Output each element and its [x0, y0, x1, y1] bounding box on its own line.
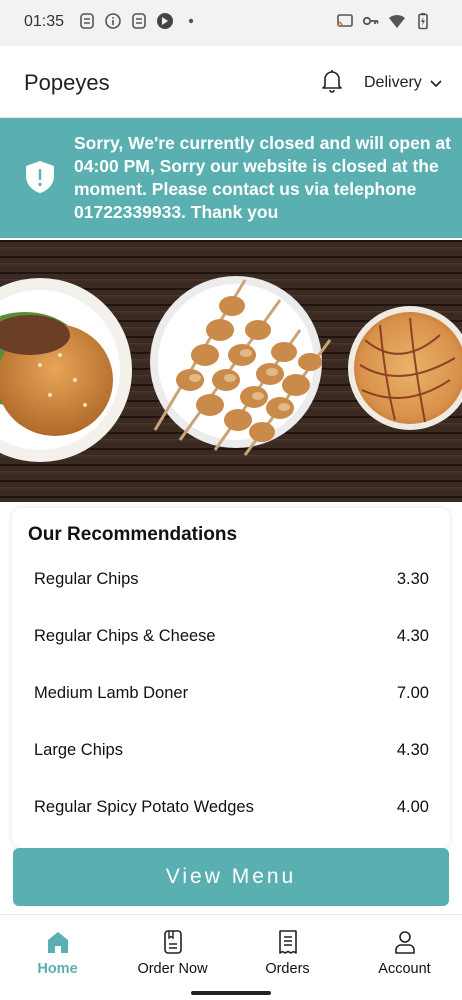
recommendations-title: Our Recommendations [28, 524, 238, 545]
nav-item-home[interactable]: Home [0, 915, 115, 985]
item-price: 3.30 [396, 570, 429, 588]
closed-notice-banner: Sorry, We're currently closed and will o… [0, 118, 462, 238]
hero-food-image [0, 240, 462, 502]
item-price: 4.00 [396, 798, 429, 816]
recommendation-item[interactable]: Regular Spicy Potato Wedges 4.00 [12, 780, 450, 837]
status-time: 01:35 [24, 13, 65, 30]
nav-label-home: Home [37, 961, 78, 977]
status-right-icons [336, 12, 432, 30]
notification-bell-icon[interactable] [320, 68, 344, 94]
nav-label-account: Account [378, 961, 431, 977]
delivery-mode-selector[interactable]: Delivery [364, 74, 422, 92]
item-name: Medium Lamb Doner [34, 684, 189, 702]
cast-icon [337, 14, 353, 27]
item-name: Large Chips [34, 741, 123, 759]
nav-item-orders[interactable]: Orders [230, 915, 345, 985]
nav-item-order-now[interactable]: Order Now [115, 915, 230, 985]
recommendation-item[interactable]: Regular Chips & Cheese 4.30 [12, 609, 450, 666]
view-menu-button[interactable]: View Menu [13, 848, 449, 906]
app-notification-icon [157, 13, 173, 29]
wifi-icon [389, 14, 405, 28]
more-dot-icon [188, 18, 194, 24]
recommendations-list: Regular Chips 3.30 Regular Chips & Chees… [12, 552, 450, 837]
account-icon [394, 931, 415, 954]
item-name: Regular Chips [34, 570, 139, 588]
recommendation-item[interactable]: Large Chips 4.30 [12, 723, 450, 780]
nav-item-account[interactable]: Account [347, 915, 462, 985]
recommendation-item[interactable]: Regular Chips 3.30 [12, 552, 450, 609]
battery-icon [418, 13, 428, 30]
brand-name: Popeyes [24, 70, 110, 95]
gesture-area [0, 984, 462, 1000]
closed-notice-text: Sorry, We're currently closed and will o… [74, 133, 451, 222]
item-name: Regular Chips & Cheese [34, 627, 216, 645]
home-gesture-bar[interactable] [191, 991, 271, 995]
sync-notification-icon [80, 13, 94, 29]
item-price: 4.30 [396, 627, 429, 645]
home-icon [47, 932, 68, 953]
order-now-icon [163, 930, 182, 954]
status-left-icons [78, 12, 200, 30]
bottom-navigation: Home Order Now Orders Account [0, 914, 462, 984]
item-price: 4.30 [396, 741, 429, 759]
item-price: 7.00 [396, 684, 429, 702]
recommendations-card: Our Recommendations Regular Chips 3.30 R… [12, 508, 450, 848]
app-header: Popeyes Delivery [0, 46, 462, 118]
chevron-down-icon[interactable] [430, 78, 442, 88]
info-icon [105, 13, 121, 29]
food-illustration [0, 240, 462, 502]
shield-alert-icon [26, 161, 54, 193]
status-bar: 01:35 [0, 0, 462, 46]
item-name: Regular Spicy Potato Wedges [34, 798, 254, 816]
nav-label-orders: Orders [265, 961, 310, 977]
orders-icon [278, 930, 297, 954]
sync-notification-icon-2 [132, 13, 146, 29]
recommendation-item[interactable]: Medium Lamb Doner 7.00 [12, 666, 450, 723]
key-icon [362, 16, 379, 26]
nav-label-order-now: Order Now [137, 961, 208, 977]
